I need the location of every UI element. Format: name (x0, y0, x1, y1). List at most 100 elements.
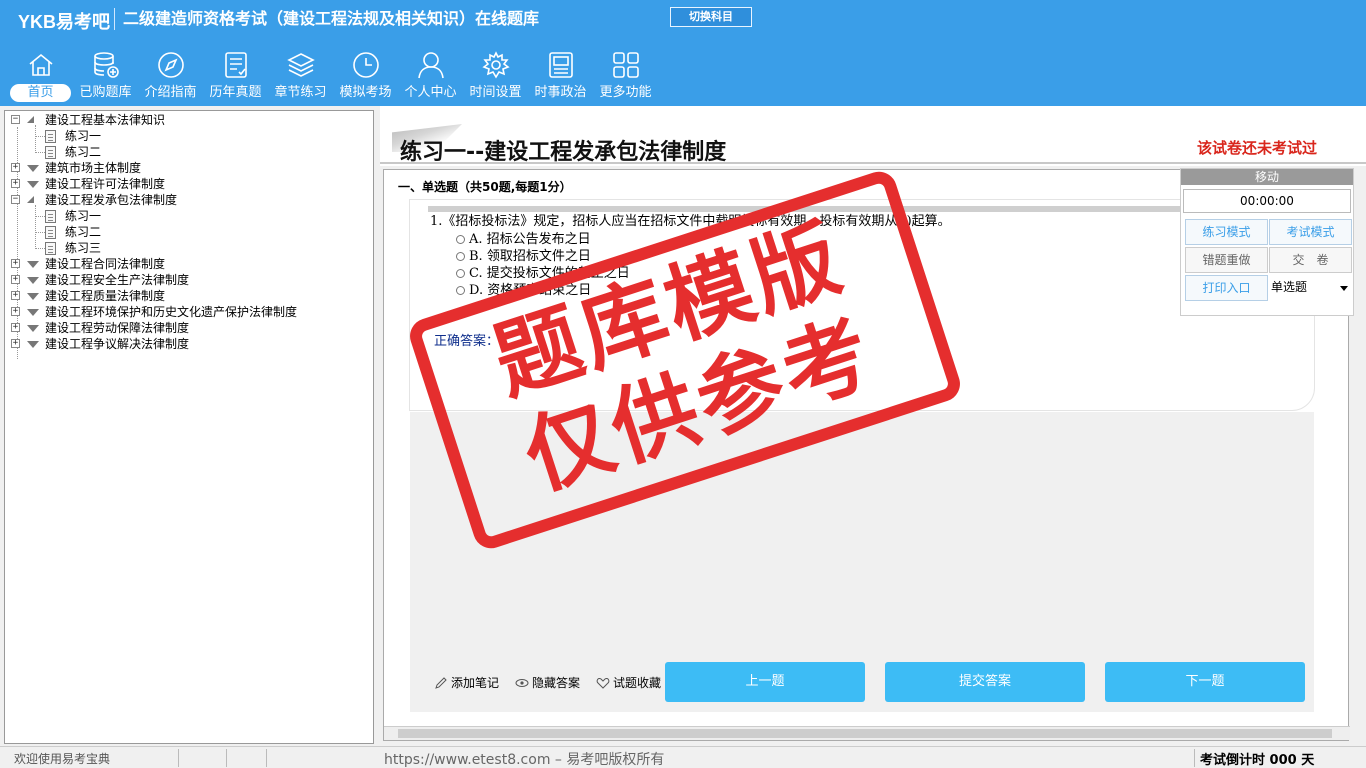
collapsed-arrow-icon (27, 325, 39, 332)
clock-icon (352, 52, 379, 78)
tree-label: 建设工程合同法律制度 (45, 257, 166, 271)
divider (178, 749, 179, 767)
divider (266, 749, 267, 767)
tree-connector (35, 216, 45, 217)
database-icon (93, 52, 119, 78)
grid-icon (612, 52, 639, 78)
document-icon (45, 226, 56, 239)
tree-label: 建设工程劳动保障法律制度 (45, 321, 190, 335)
tree-connector (35, 125, 36, 151)
document-icon (45, 146, 56, 159)
copyright-text: https://www.etest8.com – 易考吧版权所有 (384, 752, 665, 768)
radio-button[interactable] (456, 286, 465, 295)
tree-connector (35, 205, 36, 247)
nav-profile[interactable]: 个人中心 (398, 48, 463, 104)
scrollbar-thumb[interactable] (398, 729, 1332, 738)
nav-current-affairs[interactable]: 时事政治 (528, 48, 593, 104)
hide-answer-button[interactable]: 隐藏答案 (515, 674, 580, 691)
nav-label: 介绍指南 (144, 85, 197, 100)
nav-chapter-practice[interactable]: 章节练习 (268, 48, 333, 104)
nav-label: 模拟考场 (339, 85, 392, 100)
compass-icon (157, 52, 184, 78)
collapsed-arrow-icon (27, 165, 39, 172)
section-heading: 一、单选题（共50题,每题1分） (398, 180, 572, 194)
pencil-icon (435, 676, 447, 689)
tree-label: 练习一 (65, 129, 102, 143)
nav-purchased[interactable]: 已购题库 (73, 48, 138, 104)
welcome-text: 欢迎使用易考宝典 (14, 752, 111, 766)
tree-label: 练习一 (65, 209, 102, 223)
divider (226, 749, 227, 767)
add-note-button[interactable]: 添加笔记 (434, 674, 499, 691)
nav-label: 已购题库 (79, 85, 132, 100)
nav-guide[interactable]: 介绍指南 (138, 48, 203, 104)
favorite-question-button[interactable]: 试题收藏 (596, 674, 661, 691)
news-icon (548, 52, 573, 78)
expand-toggle[interactable]: + (11, 275, 20, 284)
print-button[interactable]: 打印入口 (1185, 275, 1268, 301)
nav-home[interactable]: 首页 (8, 48, 73, 104)
collapsed-arrow-icon (27, 181, 39, 188)
nav-time-settings[interactable]: 时间设置 (463, 48, 528, 104)
status-bar: 欢迎使用易考宝典 https://www.etest8.com – 易考吧版权所… (0, 746, 1366, 768)
chapter-tree: − 建设工程基本法律知识 练习一 练习二 + 建筑市场主体制度 + 建设工程许可… (4, 110, 374, 744)
nav-label: 个人中心 (404, 85, 457, 100)
nav-mock-exam[interactable]: 模拟考场 (333, 48, 398, 104)
tool-label: 添加笔记 (451, 676, 500, 690)
horizontal-scrollbar[interactable] (384, 726, 1350, 740)
tool-label: 隐藏答案 (532, 676, 581, 690)
document-search-icon (45, 210, 56, 223)
collapsed-arrow-icon (27, 293, 39, 300)
nav-label: 章节练习 (274, 85, 327, 100)
nav-label: 时间设置 (469, 85, 522, 100)
tree-label: 建筑市场主体制度 (45, 161, 142, 175)
eye-icon (515, 678, 529, 687)
expanded-arrow-icon (27, 116, 34, 123)
tree-label: 建设工程环境保护和历史文化遗产保护法律制度 (45, 305, 298, 319)
collapse-toggle[interactable]: − (11, 195, 20, 204)
tree-connector (35, 152, 45, 153)
title-area: 练习一--建设工程发承包法律制度 该试卷还未考试过 (380, 106, 1366, 166)
submit-answer-button[interactable]: 提交答案 (885, 662, 1085, 702)
practice-mode-button[interactable]: 练习模式 (1185, 219, 1268, 245)
collapsed-arrow-icon (27, 309, 39, 316)
expand-toggle[interactable]: + (11, 339, 20, 348)
exam-countdown: 考试倒计时 000 天 (1200, 753, 1315, 768)
hand-in-button[interactable]: 交 卷 (1269, 247, 1352, 273)
next-question-button[interactable]: 下一题 (1105, 662, 1305, 702)
heart-icon (596, 677, 610, 689)
nav-label: 历年真题 (209, 85, 262, 100)
expand-toggle[interactable]: + (11, 291, 20, 300)
radio-button[interactable] (456, 252, 465, 261)
redo-wrong-button[interactable]: 错题重做 (1185, 247, 1268, 273)
prev-question-button[interactable]: 上一题 (665, 662, 865, 702)
expand-toggle[interactable]: + (11, 259, 20, 268)
list-icon (224, 52, 247, 78)
nav-more[interactable]: 更多功能 (593, 48, 658, 104)
tree-label: 建设工程许可法律制度 (45, 177, 166, 191)
app-header: YKB易考吧 二级建造师资格考试（建设工程法规及相关知识）在线题库 切换科目 首… (0, 0, 1366, 106)
radio-button[interactable] (456, 235, 465, 244)
question-tools: 添加笔记 隐藏答案 试题收藏 (434, 674, 661, 691)
tree-label: 练习三 (65, 241, 102, 255)
tree-label: 建设工程发承包法律制度 (45, 193, 178, 207)
question-type-select[interactable]: 单选题 (1269, 275, 1352, 301)
main-nav: 首页 已购题库 介绍指南 历年真题 章节练习 模拟考场 个人中心 时间设置 时事… (8, 48, 658, 104)
expand-toggle[interactable]: + (11, 163, 20, 172)
nav-label: 首页 (10, 84, 71, 102)
exam-status: 该试卷还未考试过 (1197, 139, 1318, 157)
expanded-arrow-icon (27, 196, 34, 203)
expand-toggle[interactable]: + (11, 323, 20, 332)
nav-past-exams[interactable]: 历年真题 (203, 48, 268, 104)
collapsed-arrow-icon (27, 341, 39, 348)
collapse-toggle[interactable]: − (11, 115, 20, 124)
gear-icon (481, 51, 510, 79)
expand-toggle[interactable]: + (11, 179, 20, 188)
radio-button[interactable] (456, 269, 465, 278)
collapsed-arrow-icon (27, 261, 39, 268)
panel-move-handle[interactable]: 移动 (1181, 169, 1353, 185)
switch-subject-button[interactable]: 切换科目 (670, 7, 752, 27)
nav-label: 更多功能 (599, 85, 652, 100)
exam-mode-button[interactable]: 考试模式 (1269, 219, 1352, 245)
expand-toggle[interactable]: + (11, 307, 20, 316)
